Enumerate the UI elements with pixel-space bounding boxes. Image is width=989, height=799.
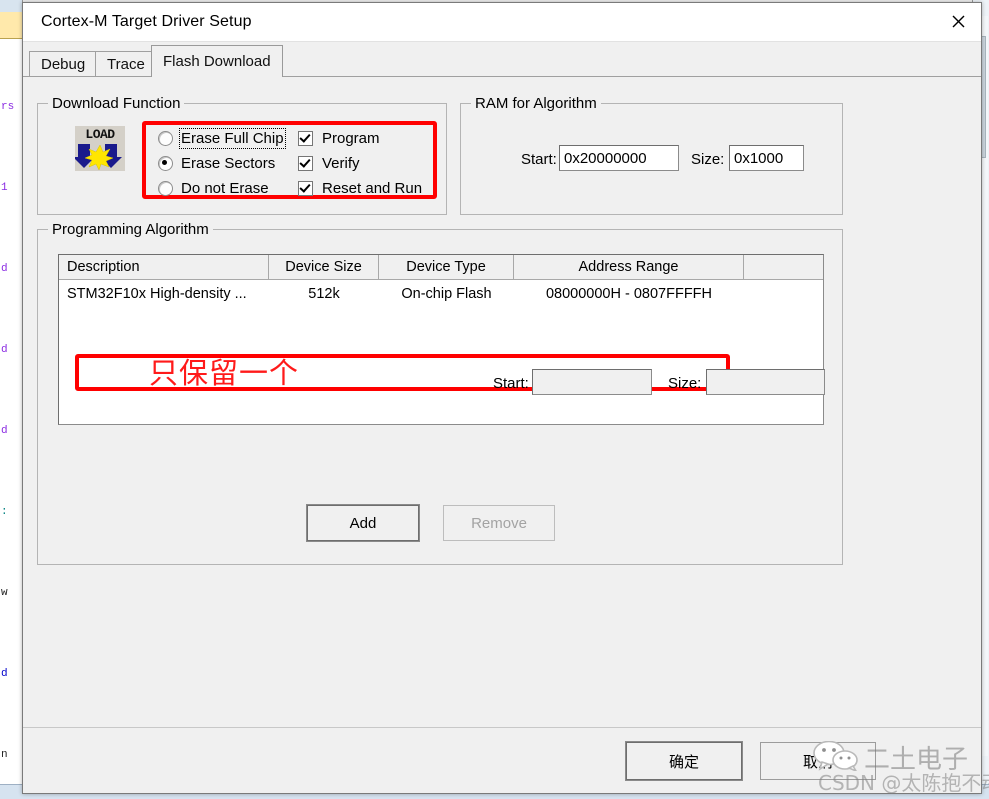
checkbox-verify-indicator <box>298 156 313 171</box>
tab-trace-label: Trace <box>107 56 145 73</box>
column-header-device-size[interactable]: Device Size <box>269 255 379 279</box>
checkbox-verify[interactable]: Verify <box>298 151 422 176</box>
radio-do-not-erase-indicator <box>158 181 173 196</box>
ram-size-label: Size: <box>691 151 725 168</box>
algorithm-start-input[interactable] <box>532 369 652 395</box>
load-arrows-icon <box>75 144 122 170</box>
cell-address-range: 08000000H - 0807FFFFH <box>545 286 713 302</box>
column-header-address-range[interactable]: Address Range <box>514 255 744 279</box>
load-icon-text: LOAD <box>85 127 115 142</box>
tab-flash-download[interactable]: Flash Download <box>151 45 283 77</box>
ram-start-input[interactable]: 0x20000000 <box>559 145 679 171</box>
ram-start-label: Start: <box>521 151 557 168</box>
background-code-text: rs 1 d d d : w d n e E V d E V d K V U <box>1 101 15 761</box>
tab-flash-download-label: Flash Download <box>163 53 271 70</box>
annotation-text-keep-only-one: 只保留一个 <box>149 356 300 390</box>
erase-option-group: Erase Full Chip Erase Sectors Do not Era… <box>158 126 286 201</box>
radio-erase-full-chip[interactable]: Erase Full Chip <box>158 126 286 151</box>
algorithm-table: Description Device Size Device Type Addr… <box>58 254 824 425</box>
download-function-title: Download Function <box>48 95 185 112</box>
target-driver-setup-dialog: Cortex-M Target Driver Setup Debug Trace… <box>22 2 982 794</box>
close-icon <box>952 15 964 28</box>
load-icon: LOAD <box>75 126 125 171</box>
checkbox-program-indicator <box>298 131 313 146</box>
tab-debug[interactable]: Debug <box>29 51 98 77</box>
background-active-tab <box>0 12 22 39</box>
column-header-device-type[interactable]: Device Type <box>379 255 514 279</box>
checkbox-verify-label: Verify <box>322 155 360 172</box>
dialog-footer: 确定 取消 <box>23 727 981 792</box>
tab-debug-label: Debug <box>41 56 86 73</box>
algorithm-start-label: Start: <box>493 375 529 392</box>
algorithm-size-label: Size: <box>668 375 702 392</box>
radio-erase-sectors[interactable]: Erase Sectors <box>158 151 284 176</box>
dialog-titlebar: Cortex-M Target Driver Setup <box>23 3 981 42</box>
checkbox-reset-and-run-indicator <box>298 181 313 196</box>
checkbox-reset-and-run[interactable]: Reset and Run <box>298 176 422 201</box>
ram-size-input[interactable]: 0x1000 <box>729 145 804 171</box>
cell-description: STM32F10x High-density ... <box>67 286 247 302</box>
column-header-spacer <box>744 255 823 279</box>
radio-do-not-erase[interactable]: Do not Erase <box>158 176 284 201</box>
close-button[interactable] <box>935 3 981 40</box>
programming-algorithm-title: Programming Algorithm <box>48 221 213 238</box>
algorithm-size-input[interactable] <box>706 369 825 395</box>
download-function-group: Download Function LOAD Erase Full Chip E… <box>37 95 447 215</box>
cancel-button[interactable]: 取消 <box>760 742 876 780</box>
algorithm-table-header: Description Device Size Device Type Addr… <box>59 255 823 280</box>
ram-for-algorithm-title: RAM for Algorithm <box>471 95 601 112</box>
column-header-description[interactable]: Description <box>59 255 269 279</box>
flash-download-page: Download Function LOAD Erase Full Chip E… <box>23 77 981 727</box>
ram-for-algorithm-group: RAM for Algorithm Start: 0x20000000 Size… <box>460 95 843 215</box>
cell-spacer <box>744 280 823 308</box>
checkbox-reset-and-run-label: Reset and Run <box>322 180 423 197</box>
cell-device-size: 512k <box>308 286 340 302</box>
radio-erase-full-chip-indicator <box>158 131 173 146</box>
background-editor-strip: rs 1 d d d : w d n e E V d E V d K V U <box>0 0 23 799</box>
radio-erase-sectors-label: Erase Sectors <box>181 155 276 172</box>
radio-do-not-erase-label: Do not Erase <box>181 180 269 197</box>
add-button[interactable]: Add <box>307 505 419 541</box>
download-options-group: Program Verify Reset and Run <box>298 126 422 201</box>
programming-algorithm-group: Programming Algorithm Description Device… <box>37 221 843 565</box>
dialog-title: Cortex-M Target Driver Setup <box>41 13 252 30</box>
table-row[interactable]: STM32F10x High-density ... 512k On-chip … <box>59 280 823 308</box>
ok-button[interactable]: 确定 <box>626 742 742 780</box>
radio-erase-sectors-indicator <box>158 156 173 171</box>
tab-strip: Debug Trace Flash Download <box>23 41 981 77</box>
screen-root: rs 1 d d d : w d n e E V d E V d K V U <box>0 0 989 799</box>
tab-trace[interactable]: Trace <box>95 51 157 77</box>
cell-device-type: On-chip Flash <box>401 286 492 302</box>
remove-button: Remove <box>443 505 555 541</box>
radio-erase-full-chip-label: Erase Full Chip <box>179 128 286 149</box>
checkbox-program-label: Program <box>322 130 380 147</box>
checkbox-program[interactable]: Program <box>298 126 422 151</box>
